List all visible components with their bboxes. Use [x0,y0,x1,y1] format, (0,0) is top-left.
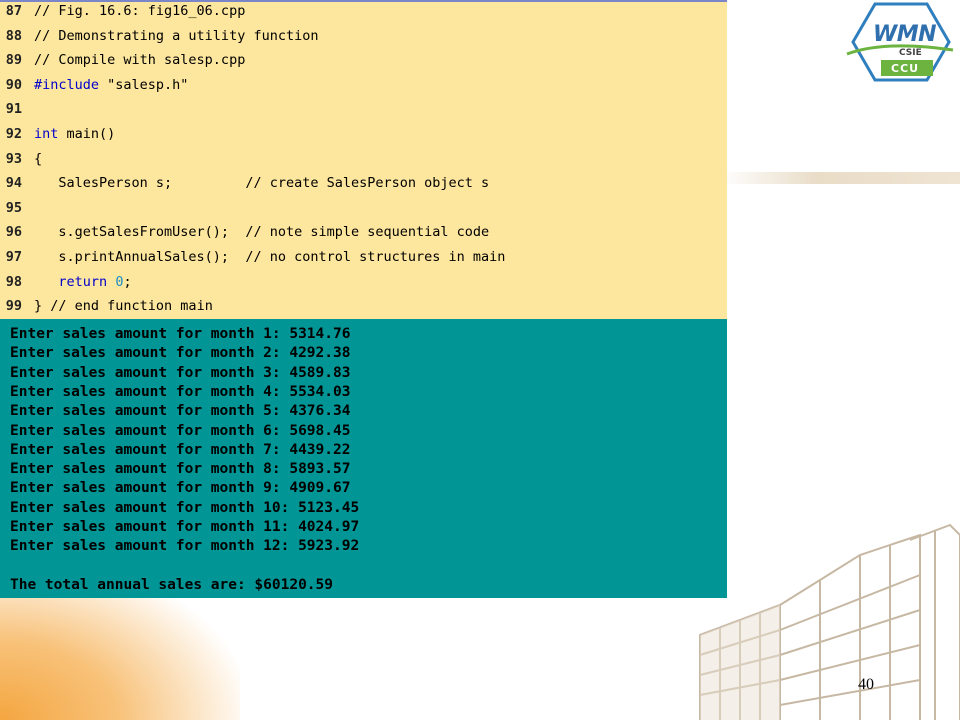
code-line: 93 { [0,147,42,171]
code-text: SalesPerson s; // create SalesPerson obj… [34,175,489,191]
code-text: int main() [34,126,115,142]
code-text: #include "salesp.h" [34,77,188,93]
line-number: 93 [5,150,22,167]
code-line: 90 #include "salesp.h" [0,73,189,97]
output-line: Enter sales amount for month 6: 5698.45 [10,422,351,439]
output-line: Enter sales amount for month 7: 4439.22 [10,441,351,458]
code-line: 91 [0,97,34,121]
line-number: 92 [5,126,22,142]
code-line: 98 return 0; [0,270,132,294]
code-token: } [34,298,51,315]
line-number: 95 [5,199,22,216]
output-line: Enter sales amount for month 10: 5123.45 [10,499,360,516]
line-number: 98 [5,273,22,290]
output-line: Enter sales amount for month 3: 4589.83 [10,364,351,381]
output-line: Enter sales amount for month 12: 5923.92 [10,538,360,555]
code-token: ; [123,273,132,290]
code-token: "salesp.h" [107,76,189,93]
code-token: { [34,150,43,167]
output-line: Enter sales amount for month 1: 5314.76 [10,326,351,342]
program-output-panel: Enter sales amount for month 1: 5314.76 E… [0,319,727,598]
code-line: 89 // Compile with salesp.cpp [0,48,246,72]
code-listing-panel: 87 // Fig. 16.6: fig16_06.cpp 88 // Demonst… [0,2,727,319]
output-line: Enter sales amount for month 2: 4292.38 [10,345,351,362]
top-stripe [0,0,727,2]
code-line: 88 // Demonstrating a utility function [0,24,319,48]
logo-wmn-text: WMN [873,22,937,47]
line-number: 87 [5,3,22,19]
code-comment: // note simple sequential code [245,224,490,241]
line-number: 90 [5,76,22,93]
output-line: Enter sales amount for month 4: 5534.03 [10,383,351,400]
output-line: Enter sales amount for month 11: 4024.97 [10,519,360,535]
code-line: 96 s.getSalesFromUser(); // note simple … [0,220,489,244]
code-keyword: int [34,126,59,142]
code-keyword: return [58,273,108,290]
output-line: Enter sales amount for month 9: 4909.67 [10,480,351,497]
code-text: } // end function main [34,298,213,314]
output-line: Enter sales amount for month 8: 5893.57 [10,461,351,478]
code-comment: // no control structures in main [245,249,506,265]
code-line: 95 [0,196,34,220]
code-keyword: #include [34,76,108,93]
code-token: s.getSalesFromUser(); [34,224,246,241]
output-line: Enter sales amount for month 5: 4376.34 [10,403,351,420]
code-line: 94 SalesPerson s; // create SalesPerson … [0,171,489,195]
code-text: return 0; [34,273,132,290]
code-text: s.printAnnualSales(); // no control stru… [34,249,505,265]
page-number: 40 [858,676,874,693]
code-line: 99} // end function main [0,294,213,318]
code-token: main() [58,126,116,142]
code-text: { [34,151,42,167]
code-comment: // Fig. 16.6: fig16_06.cpp [34,3,246,19]
code-text: s.getSalesFromUser(); // note simple seq… [34,224,489,240]
total-sales-line: The total annual sales are: $60120.59 [10,576,334,593]
logo-csie-text: CSIE [899,48,922,58]
code-text: // Compile with salesp.cpp [34,52,245,68]
line-number: 94 [5,175,22,192]
code-line: 97 s.printAnnualSales(); // no control s… [0,245,506,269]
line-number: 97 [5,249,22,265]
code-comment: // create SalesPerson object s [245,175,490,192]
line-number: 99 [5,298,22,315]
code-comment: // Compile with salesp.cpp [34,52,246,69]
wmn-logo: WMN CSIE CCU [845,2,955,82]
code-line: 87 // Fig. 16.6: fig16_06.cpp [0,0,246,23]
code-token: SalesPerson s; [34,175,246,192]
code-text: // Demonstrating a utility function [34,28,318,44]
code-text: // Fig. 16.6: fig16_06.cpp [34,3,245,19]
line-number: 91 [5,101,22,118]
logo-ccu-text: CCU [891,62,920,75]
code-comment: // Demonstrating a utility function [34,27,319,44]
code-line: 92 int main() [0,122,116,146]
decorative-band [720,172,960,184]
code-comment: // end function main [50,298,213,315]
line-number: 89 [5,52,22,69]
line-number: 88 [5,27,22,44]
line-number: 96 [5,224,22,241]
code-token: s.printAnnualSales(); [34,249,246,265]
